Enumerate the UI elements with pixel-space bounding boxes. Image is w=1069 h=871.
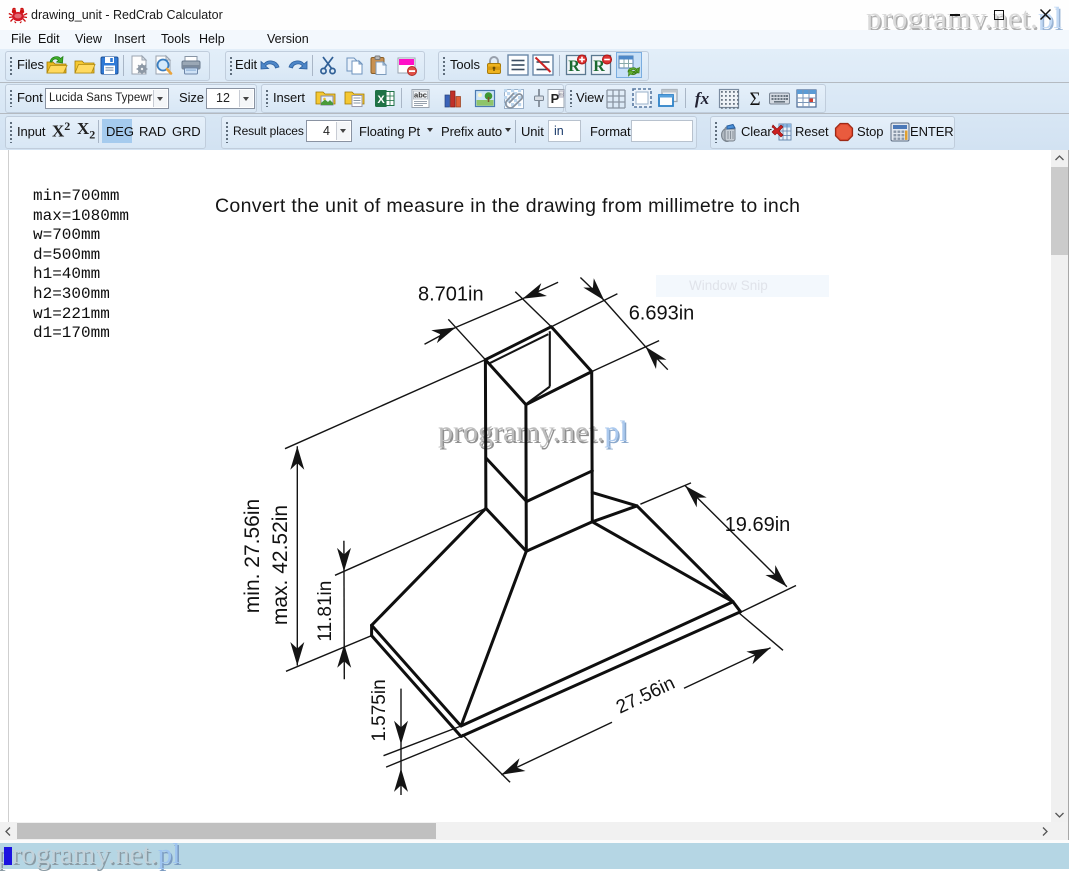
svg-text:max. 42.52in: max. 42.52in	[269, 505, 292, 625]
svg-text:min. 27.56in: min. 27.56in	[241, 499, 264, 613]
svg-text:11.81in: 11.81in	[315, 581, 336, 642]
svg-text:27.56in: 27.56in	[613, 673, 678, 719]
svg-text:8.701in: 8.701in	[418, 284, 484, 306]
svg-text:1.575in: 1.575in	[369, 679, 390, 741]
svg-text:19.69in: 19.69in	[725, 514, 791, 536]
svg-text:6.693in: 6.693in	[629, 303, 695, 325]
